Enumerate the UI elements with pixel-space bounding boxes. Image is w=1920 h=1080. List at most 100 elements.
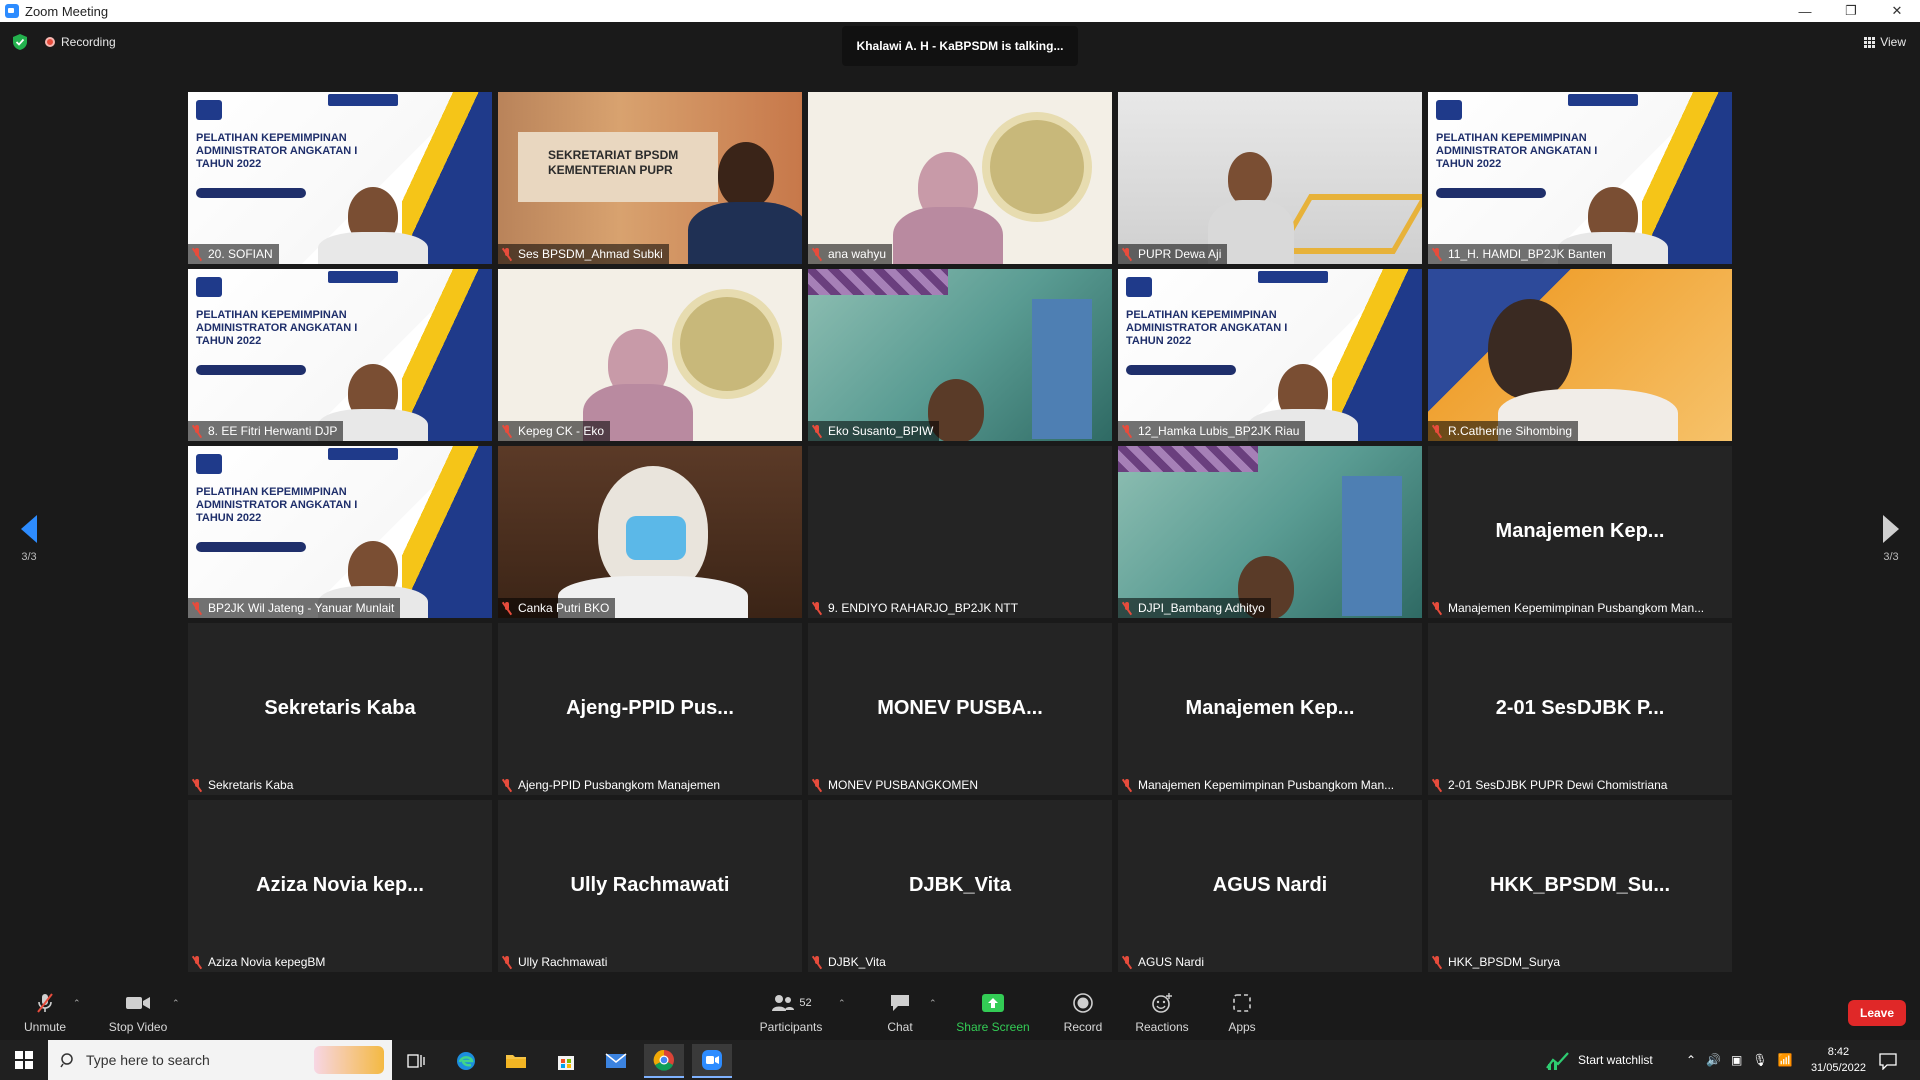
mic-muted-icon: [812, 424, 822, 438]
participant-tile[interactable]: Ully Rachmawati Ully Rachmawati: [498, 800, 802, 972]
maximize-button[interactable]: ❐: [1828, 0, 1874, 22]
watchlist-widget[interactable]: Start watchlist: [1546, 1040, 1653, 1080]
start-button[interactable]: [0, 1040, 48, 1080]
participant-tile[interactable]: Ajeng-PPID Pus... Ajeng-PPID Pusbangkom M…: [498, 623, 802, 795]
participant-name: 9. ENDIYO RAHARJO_BP2JK NTT: [828, 601, 1019, 615]
participant-tile[interactable]: Kepeg CK - Eko: [498, 269, 802, 441]
participant-name-label: Ajeng-PPID Pusbangkom Manajemen: [498, 775, 726, 795]
file-explorer-button[interactable]: [496, 1044, 536, 1078]
grid-view-icon: [1864, 36, 1876, 48]
previous-page-button[interactable]: 3/3: [9, 515, 49, 563]
participant-tile[interactable]: DJBK_Vita DJBK_Vita: [808, 800, 1112, 972]
record-button[interactable]: Record: [1060, 992, 1106, 1034]
encryption-shield-icon[interactable]: [12, 33, 28, 51]
participants-button[interactable]: 52 Participants: [756, 992, 826, 1034]
close-button[interactable]: ✕: [1874, 0, 1920, 22]
microsoft-store-button[interactable]: [546, 1044, 586, 1078]
participant-name-label: Eko Susanto_BPIW: [808, 421, 940, 441]
mic-muted-icon: [1432, 424, 1442, 438]
chat-label: Chat: [887, 1020, 913, 1034]
network-icon[interactable]: 📶: [1778, 1053, 1793, 1067]
windows-taskbar: Type here to search Start watchlist ⌃ 🔊 …: [0, 1040, 1920, 1080]
participant-tile[interactable]: ana wahyu: [808, 92, 1112, 264]
mic-muted-icon: [502, 424, 512, 438]
participant-tile[interactable]: Canka Putri BKO: [498, 446, 802, 618]
apps-label: Apps: [1228, 1020, 1256, 1034]
participant-tile[interactable]: HKK_BPSDM_Su... HKK_BPSDM_Surya: [1428, 800, 1732, 972]
search-placeholder: Type here to search: [86, 1052, 210, 1068]
participant-tile[interactable]: R.Catherine Sihombing: [1428, 269, 1732, 441]
participant-tile[interactable]: PELATIHAN KEPEMIMPINAN ADMINISTRATOR ANG…: [1118, 269, 1422, 441]
chat-button[interactable]: Chat: [880, 992, 920, 1034]
participant-tile[interactable]: SEKRETARIAT BPSDM KEMENTERIAN PUPR Ses BP…: [498, 92, 802, 264]
chat-options-caret-icon[interactable]: ⌃: [929, 998, 937, 1009]
participant-tile[interactable]: Manajemen Kep... Manajemen Kepemimpinan P…: [1428, 446, 1732, 618]
task-view-button[interactable]: [396, 1044, 436, 1078]
participant-tile[interactable]: PELATIHAN KEPEMIMPINAN ADMINISTRATOR ANG…: [188, 446, 492, 618]
apps-button[interactable]: Apps: [1222, 992, 1262, 1034]
share-screen-button[interactable]: Share Screen: [954, 992, 1032, 1034]
peserta-tag: [328, 94, 398, 106]
cipta-karya-logo-icon: [982, 112, 1092, 222]
participant-name: Aziza Novia kepegBM: [208, 955, 326, 969]
next-page-button[interactable]: 3/3: [1871, 515, 1911, 563]
participant-name: Ses BPSDM_Ahmad Subki: [518, 247, 663, 261]
participant-tile[interactable]: Manajemen Kep... Manajemen Kepemimpinan P…: [1118, 623, 1422, 795]
face-mask: [626, 516, 686, 560]
participant-tile[interactable]: MONEV PUSBA... MONEV PUSBANGKOMEN: [808, 623, 1112, 795]
zoom-app-icon: [5, 4, 19, 18]
date-bar: [196, 365, 306, 375]
audio-options-caret-icon[interactable]: ⌃: [73, 998, 81, 1009]
taskbar-search-box[interactable]: Type here to search: [48, 1040, 392, 1080]
participant-tile[interactable]: Sekretaris Kaba Sekretaris Kaba: [188, 623, 492, 795]
peserta-tag: [328, 271, 398, 283]
video-options-caret-icon[interactable]: ⌃: [172, 998, 180, 1009]
participant-tile[interactable]: PELATIHAN KEPEMIMPINAN ADMINISTRATOR ANG…: [1428, 92, 1732, 264]
participant-tile[interactable]: PELATIHAN KEPEMIMPINAN ADMINISTRATOR ANG…: [188, 92, 492, 264]
unmute-button[interactable]: Unmute: [22, 992, 68, 1034]
participant-tile[interactable]: PELATIHAN KEPEMIMPINAN ADMINISTRATOR ANG…: [188, 269, 492, 441]
participant-tile[interactable]: 9. ENDIYO RAHARJO_BP2JK NTT: [808, 446, 1112, 618]
recording-indicator[interactable]: Recording: [45, 35, 116, 49]
microphone-icon[interactable]: 🎙: [1752, 1053, 1767, 1067]
meet-now-icon[interactable]: ▣: [1731, 1053, 1742, 1067]
participants-options-caret-icon[interactable]: ⌃: [838, 998, 846, 1009]
mic-muted-icon: [1122, 955, 1132, 969]
participant-tile[interactable]: PUPR Dewa Aji: [1118, 92, 1422, 264]
reactions-button[interactable]: Reactions: [1134, 992, 1190, 1034]
participant-name-label: DJBK_Vita: [808, 952, 892, 972]
taskbar-clock[interactable]: 8:42 31/05/2022: [1811, 1044, 1866, 1076]
mic-muted-icon: [1122, 424, 1132, 438]
mic-muted-icon: [192, 424, 202, 438]
windows-logo-icon: [15, 1051, 33, 1069]
date-bar: [1126, 365, 1236, 375]
stop-video-button[interactable]: Stop Video: [104, 992, 172, 1034]
share-screen-label: Share Screen: [956, 1020, 1030, 1034]
view-button[interactable]: View: [1864, 35, 1906, 49]
mic-muted-icon: [1432, 247, 1442, 261]
edge-browser-button[interactable]: [446, 1044, 486, 1078]
participant-tile[interactable]: AGUS Nardi AGUS Nardi: [1118, 800, 1422, 972]
participant-name: R.Catherine Sihombing: [1448, 424, 1573, 438]
chrome-button[interactable]: [644, 1044, 684, 1078]
participant-name-label: Sekretaris Kaba: [188, 775, 299, 795]
recording-dot-icon: [45, 37, 55, 47]
minimize-button[interactable]: —: [1782, 0, 1828, 22]
bpsdm-logo-icon: [196, 277, 222, 297]
participant-name: Canka Putri BKO: [518, 601, 610, 615]
notifications-button[interactable]: [1868, 1044, 1908, 1078]
participant-tile[interactable]: 2-01 SesDJBK P... 2-01 SesDJBK PUPR Dewi …: [1428, 623, 1732, 795]
mail-button[interactable]: [596, 1044, 636, 1078]
mic-muted-icon: [1122, 601, 1132, 615]
page-indicator-right: 3/3: [1883, 551, 1899, 563]
speaker-icon[interactable]: 🔊: [1706, 1053, 1721, 1067]
participant-display-name: Ajeng-PPID Pus...: [566, 697, 734, 719]
participant-tile[interactable]: Aziza Novia kep... Aziza Novia kepegBM: [188, 800, 492, 972]
participant-tile[interactable]: DJPI_Bambang Adhityo: [1118, 446, 1422, 618]
show-hidden-icons-chevron-icon[interactable]: ⌃: [1686, 1053, 1696, 1067]
participant-tile[interactable]: Eko Susanto_BPIW: [808, 269, 1112, 441]
leave-button[interactable]: Leave: [1848, 1000, 1906, 1026]
participant-display-name: Manajemen Kep...: [1185, 697, 1355, 719]
participant-display-name: Aziza Novia kep...: [256, 874, 424, 896]
zoom-taskbar-button[interactable]: [692, 1044, 732, 1078]
